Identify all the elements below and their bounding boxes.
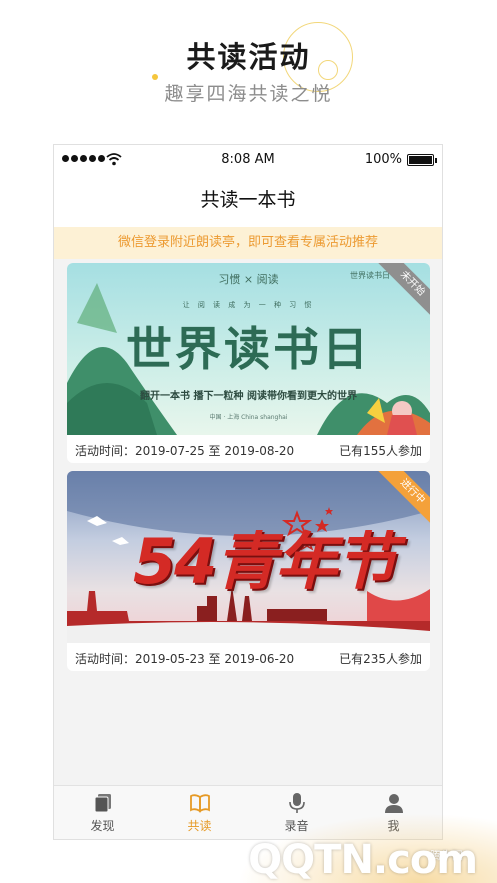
tab-label: 发现 — [90, 819, 115, 833]
nav-title: 共读一本书 — [54, 175, 442, 227]
card-footer: 活动时间：2019-07-25 至 2019-08-20 已有155人参加 — [67, 435, 430, 463]
banner-tag: 世界读书日 — [350, 271, 390, 280]
tab-discover[interactable]: 发现 — [54, 786, 151, 839]
banner-signature: 中国 · 上海 China shanghai — [209, 414, 288, 421]
activity-card[interactable]: 习惯 × 阅读 世界读书日 让 阅 读 成 为 一 种 习 惯 世界读书日 翻开… — [67, 263, 430, 463]
promo-subtitle: 趣享四海共读之悦 — [164, 83, 333, 105]
user-icon — [384, 794, 403, 813]
battery-percent: 100% — [364, 152, 402, 167]
activity-banner[interactable]: 习惯 × 阅读 世界读书日 让 阅 读 成 为 一 种 习 惯 世界读书日 翻开… — [67, 263, 430, 435]
banner-line: 翻开一本书 播下一粒种 阅读带你看到更大的世界 — [140, 391, 357, 402]
activity-banner[interactable]: 54青年节 进行中 — [67, 471, 430, 643]
participant-count: 已有155人参加 — [339, 444, 422, 458]
promo-title: 共读活动 — [186, 40, 311, 74]
tab-label: 共读 — [187, 819, 212, 833]
microphone-icon — [288, 793, 305, 813]
login-notice[interactable]: 微信登录附近朗读亭，即可查看专属活动推荐 — [54, 227, 442, 259]
activity-dates: 活动时间：2019-05-23 至 2019-06-20 — [75, 652, 295, 666]
discover-icon — [94, 794, 111, 813]
banner-headline: 54青年节 — [133, 525, 397, 598]
open-book-icon — [189, 794, 210, 813]
activity-card[interactable]: 54青年节 进行中 活动时间：2019-05-23 至 2019-06-20 已… — [67, 471, 430, 671]
tab-co-read[interactable]: 共读 — [151, 786, 248, 839]
status-bar: 8:08 AM 100% — [54, 145, 442, 175]
card-footer: 活动时间：2019-05-23 至 2019-06-20 已有235人参加 — [67, 643, 430, 671]
activity-dates: 活动时间：2019-07-25 至 2019-08-20 — [75, 444, 295, 458]
participant-count: 已有235人参加 — [339, 652, 422, 666]
banner-slogan: 让 阅 读 成 为 一 种 习 惯 — [182, 301, 315, 309]
battery-icon — [407, 154, 437, 166]
phone-frame: 8:08 AM 100% 共读一本书 微信登录附近朗读亭，即可查看专属活动推荐 … — [53, 144, 443, 840]
watermark-logo: QQTN.com — [248, 837, 478, 883]
banner-headline: 世界读书日 — [126, 322, 371, 376]
